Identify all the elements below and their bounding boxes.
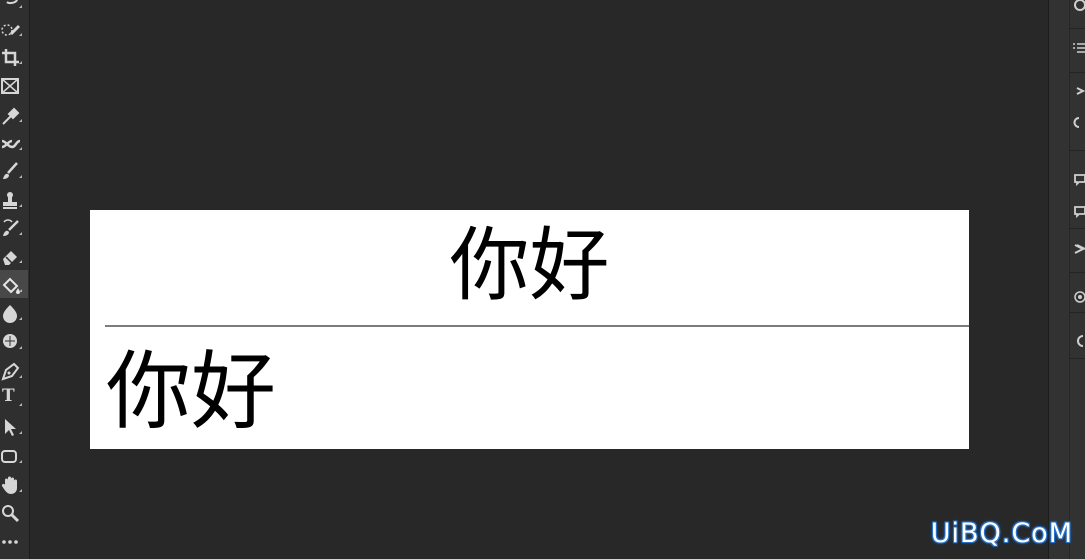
tools-panel: T xyxy=(0,0,30,559)
pen-tool-icon[interactable] xyxy=(0,356,28,384)
channels-icon[interactable] xyxy=(1071,200,1085,222)
type-tool-icon[interactable]: T xyxy=(0,384,28,412)
paths-icon[interactable] xyxy=(1071,330,1085,352)
paint-bucket-tool-icon[interactable] xyxy=(0,270,28,298)
healing-brush-tool-icon[interactable] xyxy=(0,128,28,156)
hand-tool-icon[interactable] xyxy=(0,470,28,498)
document-canvas[interactable]: 你好 你好 xyxy=(90,210,969,449)
brush-tool-icon[interactable] xyxy=(0,156,28,184)
blur-tool-icon[interactable] xyxy=(0,298,28,326)
canvas-text-bottom[interactable]: 你好 xyxy=(106,350,276,435)
clone-stamp-tool-icon[interactable] xyxy=(0,185,28,213)
eraser-tool-icon[interactable] xyxy=(0,241,28,269)
rectangle-tool-icon[interactable] xyxy=(0,441,28,469)
lasso-tool-icon[interactable] xyxy=(0,0,28,14)
panel-separator xyxy=(1070,312,1085,313)
panel-separator xyxy=(1070,72,1085,73)
libraries-icon[interactable] xyxy=(1071,286,1085,308)
adjustments-icon[interactable] xyxy=(1071,238,1085,260)
crop-tool-icon[interactable] xyxy=(0,42,28,70)
collapsed-panels-strip xyxy=(1048,0,1085,559)
panel-strip-divider xyxy=(1069,0,1070,559)
path-selection-tool-icon[interactable] xyxy=(0,412,28,440)
eyedropper-tool-icon[interactable] xyxy=(0,100,28,128)
zoom-tool-icon[interactable] xyxy=(0,498,28,526)
panel-separator xyxy=(1070,272,1085,273)
panel-icon-a[interactable] xyxy=(1071,0,1085,16)
canvas-text-top[interactable]: 你好 xyxy=(90,226,969,306)
photoshop-workspace: T 你好 你好 UiBQ.CoM xyxy=(0,0,1085,559)
more-tools-icon[interactable] xyxy=(0,527,28,555)
watermark-logo: UiBQ.CoM xyxy=(930,518,1073,549)
dodge-tool-icon[interactable] xyxy=(0,327,28,355)
quick-selection-tool-icon[interactable] xyxy=(0,14,28,42)
canvas-divider-line xyxy=(105,325,969,327)
frame-tool-icon[interactable] xyxy=(0,71,28,99)
panel-separator xyxy=(1070,228,1085,229)
panel-separator xyxy=(1070,358,1085,359)
panel-separator xyxy=(1070,28,1085,29)
layers-icon[interactable] xyxy=(1071,82,1085,104)
comment-icon[interactable] xyxy=(1071,168,1085,190)
paragraph-icon[interactable] xyxy=(1071,38,1085,60)
properties-icon[interactable] xyxy=(1071,112,1085,134)
panel-separator xyxy=(1070,150,1085,151)
history-brush-tool-icon[interactable] xyxy=(0,213,28,241)
